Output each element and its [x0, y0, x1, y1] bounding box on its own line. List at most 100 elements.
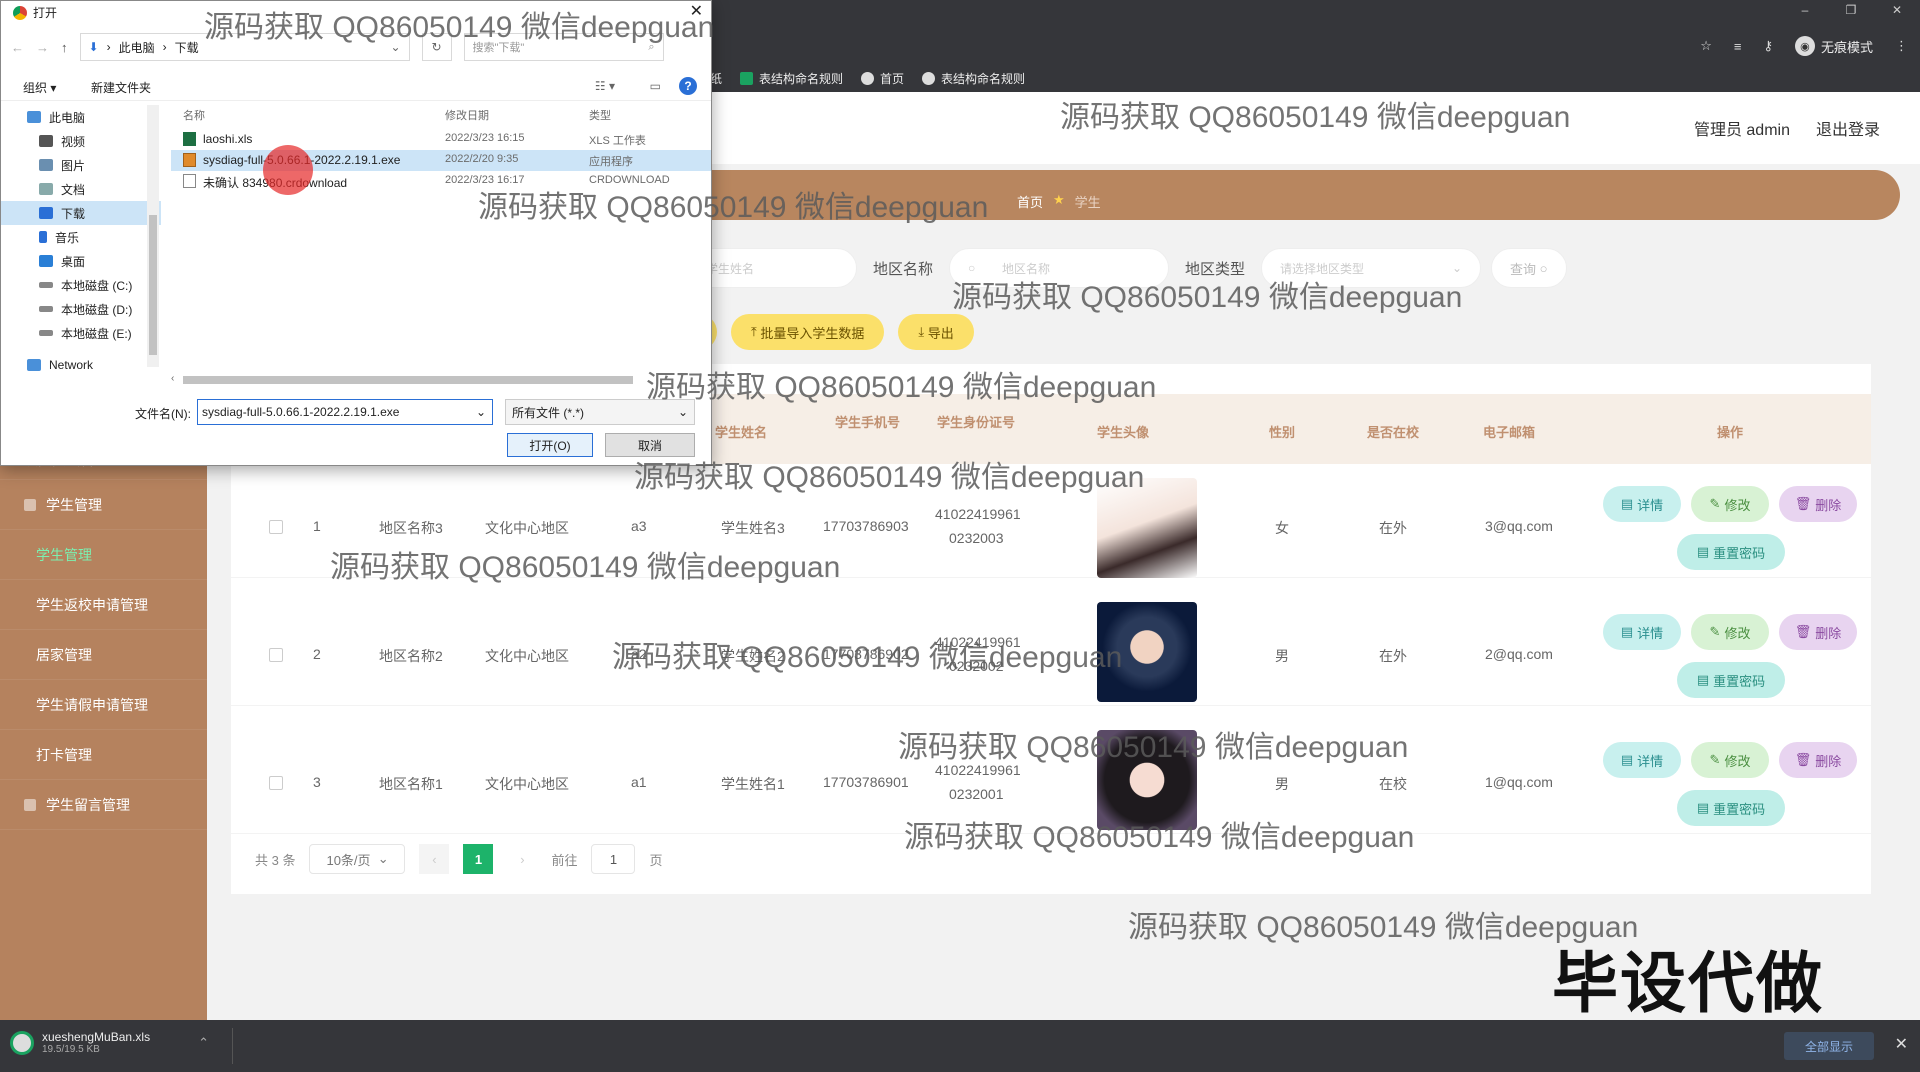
admin-user-label[interactable]: 管理员 admin [1694, 116, 1790, 140]
col-phone[interactable]: 学生手机号 [835, 412, 900, 431]
chevron-down-icon[interactable]: ⌄ [390, 40, 400, 54]
bookmark-star-icon[interactable]: ☆ [1700, 38, 1712, 54]
address-bar[interactable]: ⬇ › 此电脑 › 下载 ⌄ [79, 33, 410, 61]
logout-link[interactable]: 退出登录 [1816, 116, 1880, 140]
delete-button[interactable]: 🗑 删除 [1779, 486, 1857, 522]
incognito-indicator[interactable]: ◉ 无痕模式 [1794, 36, 1873, 56]
up-arrow-icon[interactable]: ↑ [61, 40, 68, 55]
chevron-down-icon[interactable]: ⌄ [476, 405, 486, 419]
close-icon[interactable]: ✕ [1895, 1034, 1908, 1054]
tree-item-pictures[interactable]: 图片 [1, 153, 161, 177]
filetype-select[interactable]: 所有文件 (*.*) ⌄ [505, 399, 695, 425]
export-button[interactable]: ⤓ 导出 [898, 314, 974, 350]
preview-pane-icon[interactable]: ▭ [650, 79, 661, 93]
open-button[interactable]: 打开(O) [507, 433, 593, 457]
tree-item-desktop[interactable]: 桌面 [1, 249, 161, 273]
edit-button[interactable]: ✎ 修改 [1691, 614, 1769, 650]
key-icon[interactable]: ⚷ [1763, 38, 1773, 54]
col-student-name[interactable]: 学生姓名 [715, 422, 767, 441]
tree-item-drive-c[interactable]: 本地磁盘 (C:) [1, 273, 161, 297]
page-number[interactable]: 1 [463, 844, 494, 874]
restore-button[interactable]: ❐ [1828, 0, 1874, 20]
edit-button[interactable]: ✎ 修改 [1691, 486, 1769, 522]
view-options-icon[interactable]: ☷ ▾ [595, 79, 615, 93]
batch-import-button[interactable]: ⤒ 批量导入学生数据 [731, 314, 885, 350]
region-name-input[interactable]: ○ 地区名称 [949, 248, 1170, 288]
detail-button[interactable]: ▤ 详情 [1603, 742, 1681, 778]
reset-password-button[interactable]: ▤ 重置密码 [1677, 534, 1785, 570]
col-email[interactable]: 电子邮箱 [1483, 422, 1535, 441]
tree-item-this-pc[interactable]: 此电脑 [1, 105, 161, 129]
prev-page-button[interactable]: ‹ [419, 844, 450, 874]
col-gender[interactable]: 性别 [1269, 422, 1295, 441]
sidebar-item-return-school[interactable]: 学生返校申请管理 [0, 580, 207, 630]
delete-button[interactable]: 🗑 删除 [1779, 742, 1857, 778]
edit-button[interactable]: ✎ 修改 [1691, 742, 1769, 778]
col-avatar[interactable]: 学生头像 [1097, 422, 1149, 441]
detail-button[interactable]: ▤ 详情 [1603, 486, 1681, 522]
minimize-button[interactable]: – [1782, 0, 1828, 20]
back-arrow-icon[interactable]: ← [11, 40, 24, 55]
organize-button[interactable]: 组织 ▾ [23, 79, 56, 96]
dialog-close-button[interactable]: ✕ [690, 1, 703, 21]
file-row-selected[interactable]: sysdiag-full-5.0.66.1-2022.2.19.1.exe 20… [171, 150, 711, 171]
file-list-hscrollbar[interactable]: ‹ [171, 373, 701, 387]
filename-input[interactable]: sysdiag-full-5.0.66.1-2022.2.19.1.exe ⌄ [197, 399, 493, 425]
bookmark-item[interactable]: 首页 [861, 70, 904, 87]
file-row[interactable]: 未确认 834980.crdownload 2022/3/23 16:17 CR… [171, 171, 711, 192]
reset-password-button[interactable]: ▤ 重置密码 [1677, 662, 1785, 698]
help-icon[interactable]: ? [679, 77, 697, 95]
query-button[interactable]: 查询 ○ [1491, 248, 1567, 288]
new-folder-button[interactable]: 新建文件夹 [91, 79, 151, 96]
col-name[interactable]: 名称 [183, 107, 205, 123]
forward-arrow-icon[interactable]: → [36, 40, 49, 55]
address-segment[interactable]: 下载 [175, 39, 199, 56]
cancel-button[interactable]: 取消 [605, 433, 695, 457]
reset-password-button[interactable]: ▤ 重置密码 [1677, 790, 1785, 826]
col-id-number[interactable]: 学生身份证号 [937, 412, 1015, 431]
sidebar-item-student-group[interactable]: 学生管理 [0, 480, 207, 530]
chevron-up-icon[interactable]: ⌃ [198, 1035, 209, 1051]
goto-page-input[interactable]: 1 [591, 844, 636, 874]
student-name-input[interactable]: 学生姓名 [687, 248, 857, 288]
sidebar-item-checkin[interactable]: 打卡管理 [0, 730, 207, 780]
row-checkbox[interactable] [269, 776, 283, 790]
tree-item-videos[interactable]: 视频 [1, 129, 161, 153]
sidebar-item-leave[interactable]: 学生请假申请管理 [0, 680, 207, 730]
breadcrumb-home[interactable]: 首页 [1017, 192, 1043, 211]
scroll-thumb[interactable] [183, 376, 633, 384]
dialog-search-input[interactable]: 搜索"下载" ⌕ [463, 33, 664, 61]
region-type-select[interactable]: 请选择地区类型 ⌄ [1261, 248, 1482, 288]
col-in-school[interactable]: 是否在校 [1367, 422, 1419, 441]
delete-button[interactable]: 🗑 删除 [1779, 614, 1857, 650]
tree-scrollbar[interactable] [147, 105, 159, 367]
detail-button[interactable]: ▤ 详情 [1603, 614, 1681, 650]
sidebar-item-messages[interactable]: 学生留言管理 [0, 780, 207, 830]
tree-item-music[interactable]: 音乐 [1, 225, 161, 249]
refresh-button[interactable]: ↻ [421, 33, 452, 61]
row-checkbox[interactable] [269, 648, 283, 662]
show-all-button[interactable]: 全部显示 [1784, 1032, 1874, 1060]
tree-item-downloads[interactable]: 下载 [1, 201, 161, 225]
download-item[interactable]: xueshengMuBan.xls 19.5/19.5 KB ⌃ [10, 1030, 209, 1055]
page-size-select[interactable]: 10条/页 ⌄ [309, 844, 406, 874]
bookmark-item[interactable]: 表结构命名规则 [922, 70, 1025, 87]
close-window-button[interactable]: ✕ [1874, 0, 1920, 20]
address-segment[interactable]: 此电脑 [119, 39, 155, 56]
next-page-button[interactable]: › [507, 844, 537, 874]
scroll-left-icon[interactable]: ‹ [171, 373, 174, 384]
sidebar-item-student[interactable]: 学生管理 [0, 530, 207, 580]
col-date[interactable]: 修改日期 [445, 107, 489, 123]
bookmark-item[interactable]: 表结构命名规则 [740, 70, 843, 87]
menu-dots-icon[interactable]: ⋮ [1895, 38, 1908, 54]
tree-item-drive-e[interactable]: 本地磁盘 (E:) [1, 321, 161, 345]
file-row[interactable]: laoshi.xls 2022/3/23 16:15 XLS 工作表 [171, 129, 711, 150]
tree-item-documents[interactable]: 文档 [1, 177, 161, 201]
tree-item-drive-d[interactable]: 本地磁盘 (D:) [1, 297, 161, 321]
tree-item-network[interactable]: Network [1, 353, 161, 377]
sidebar-item-home[interactable]: 居家管理 [0, 630, 207, 680]
reading-list-icon[interactable]: ≡ [1734, 39, 1742, 54]
col-type[interactable]: 类型 [589, 107, 611, 123]
row-checkbox[interactable] [269, 520, 283, 534]
scroll-thumb[interactable] [149, 215, 157, 355]
